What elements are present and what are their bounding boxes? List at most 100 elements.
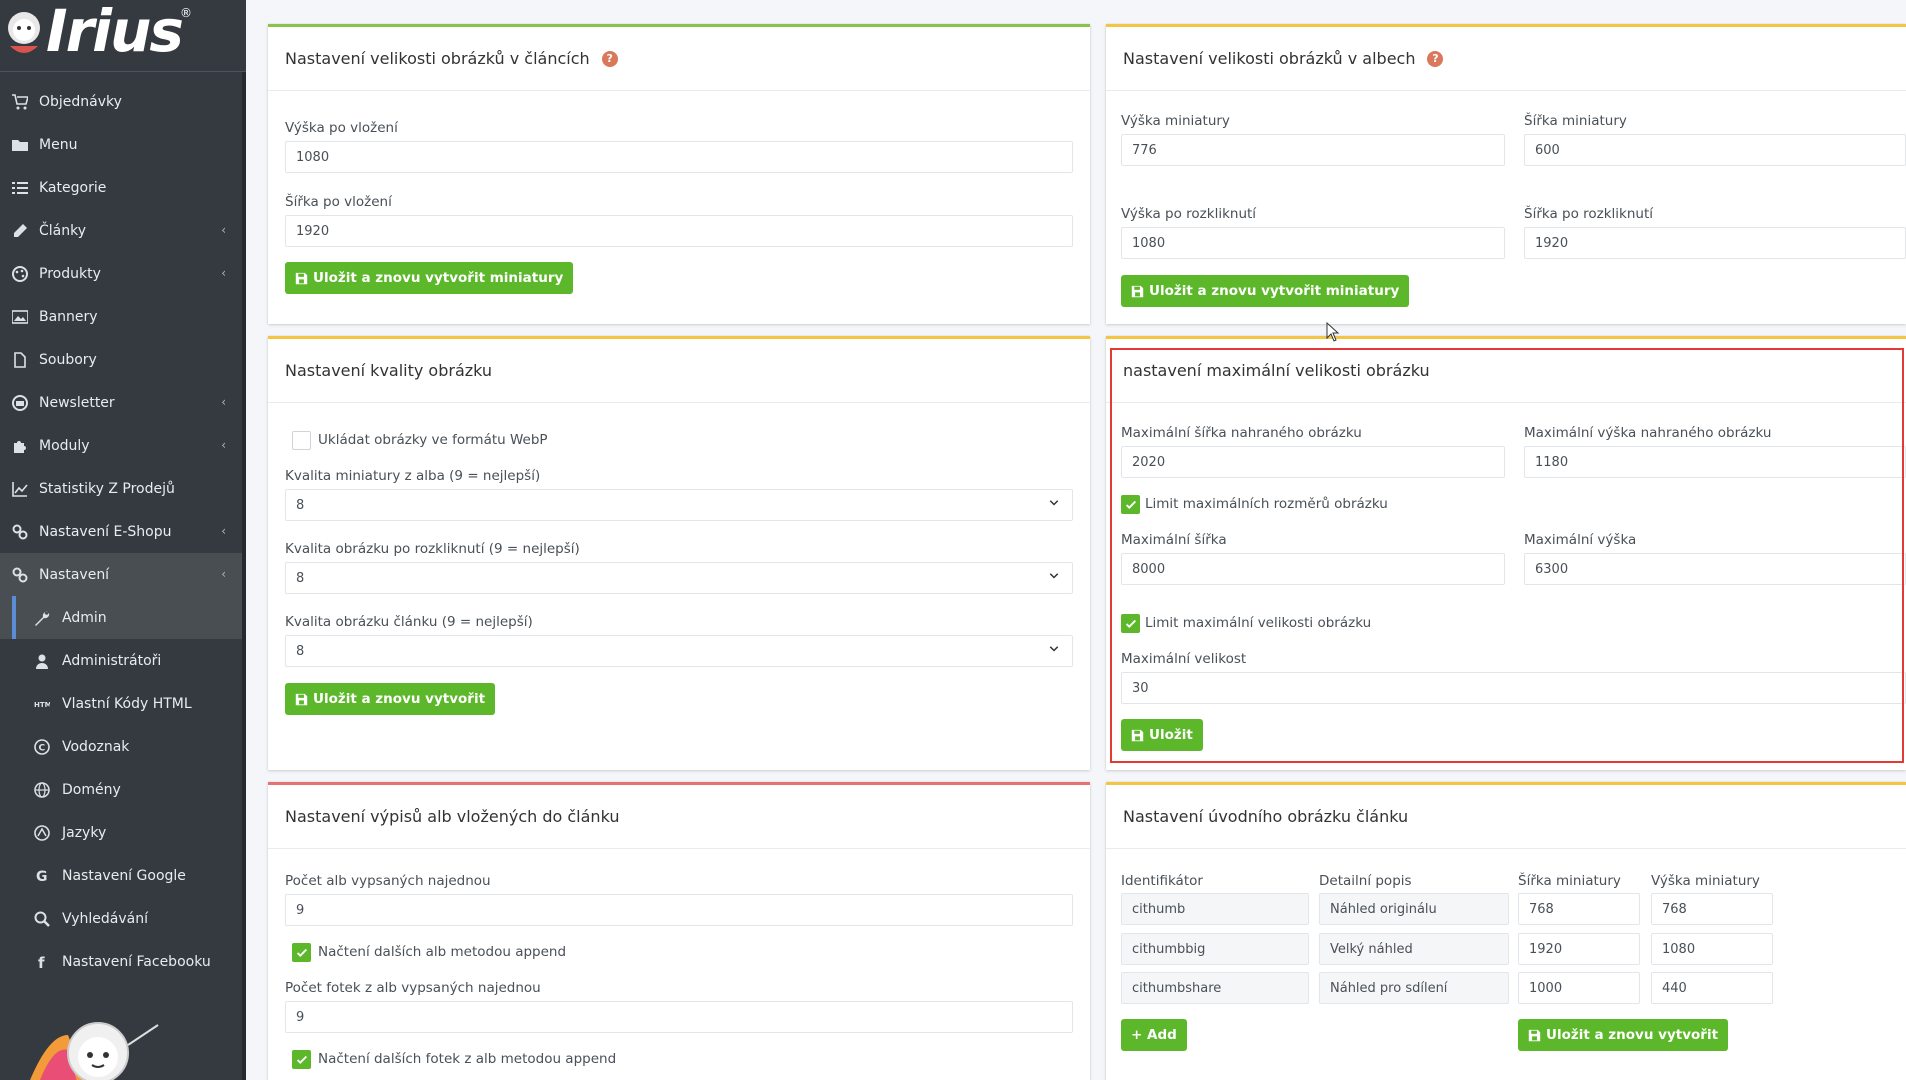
sidebar-subitem-label: Administrátoři (62, 652, 162, 669)
help-icon[interactable]: ? (1427, 50, 1444, 67)
image-icon (10, 307, 30, 327)
language-icon (32, 823, 52, 843)
row-thumb-width-input[interactable]: 1000 (1518, 972, 1640, 1004)
album-count-input[interactable]: 9 (285, 894, 1073, 926)
sidebar-item-8[interactable]: Moduly ‹ (0, 424, 246, 467)
sidebar-item-10[interactable]: Nastavení E-Shopu ‹ (0, 510, 246, 553)
sidebar-item-label: Objednávky (39, 93, 122, 110)
sidebar-item-label: Menu (39, 136, 78, 153)
append-photos-checkbox[interactable] (292, 1050, 311, 1069)
save-icon (295, 272, 308, 285)
sidebar-subitem-label: Vodoznak (62, 738, 130, 755)
sidebar-subitem-7[interactable]: Vyhledávání (0, 897, 246, 940)
thumb-width-input[interactable]: 600 (1524, 134, 1906, 166)
append-albums-checkbox[interactable] (292, 943, 311, 962)
google-icon: G (32, 866, 52, 886)
thumb-height-input[interactable]: 776 (1121, 134, 1505, 166)
save-regenerate-thumbnails-button[interactable]: Uložit a znovu vytvořit miniatury (285, 262, 574, 294)
sidebar-item-7[interactable]: Newsletter ‹ (0, 381, 246, 424)
sidebar-item-label: Newsletter (39, 394, 115, 411)
sidebar-item-1[interactable]: Menu (0, 123, 246, 166)
registered-mark: ® (180, 6, 192, 20)
sidebar-subitem-3[interactable]: C Vodoznak (0, 725, 246, 768)
save-regenerate-button[interactable]: Uložit a znovu vytvořit (285, 683, 496, 715)
card-header: Nastavení úvodního obrázku článku (1106, 785, 1906, 849)
user-icon (32, 651, 52, 671)
sidebar-subitem-5[interactable]: Jazyky (0, 811, 246, 854)
article-quality-select[interactable]: 8 (285, 635, 1073, 667)
sidebar-subitem-label: Admin (62, 609, 107, 626)
card-title: Nastavení velikosti obrázků v albech (1123, 49, 1416, 68)
card-title: Nastavení kvality obrázku (285, 361, 493, 380)
card-header: Nastavení výpisů alb vložených do článku (268, 785, 1090, 849)
open-quality-label: Kvalita obrázku po rozkliknutí (9 = nejl… (285, 541, 580, 557)
sidebar-subitem-label: Vlastní Kódy HTML (62, 695, 192, 712)
row-thumb-height-input[interactable]: 768 (1651, 893, 1773, 925)
sidebar-item-6[interactable]: Soubory (0, 338, 246, 381)
insert-height-label: Výška po vložení (285, 120, 398, 136)
sidebar-item-5[interactable]: Bannery (0, 295, 246, 338)
sidebar-subitem-0[interactable]: Admin (0, 596, 246, 639)
sidebar-subitem-6[interactable]: G Nastavení Google (0, 854, 246, 897)
row-thumb-width-input[interactable]: 768 (1518, 893, 1640, 925)
col-header-thumb-width: Šířka miniatury (1518, 873, 1621, 889)
sidebar-subitem-2[interactable]: HTML Vlastní Kódy HTML (0, 682, 246, 725)
row-thumb-height-input[interactable]: 1080 (1651, 933, 1773, 965)
insert-width-input[interactable]: 1920 (285, 215, 1073, 247)
sidebar-subitem-8[interactable]: f Nastavení Facebooku (0, 940, 246, 983)
sidebar-item-3[interactable]: Články ‹ (0, 209, 246, 252)
card-header: Nastavení velikosti obrázků v albech ? (1106, 27, 1906, 91)
html-icon: HTML (32, 694, 52, 714)
open-width-label: Šířka po rozkliknutí (1524, 206, 1654, 222)
row-description-input[interactable]: Velký náhled (1319, 933, 1509, 965)
open-height-input[interactable]: 1080 (1121, 227, 1505, 259)
album-thumb-quality-label: Kvalita miniatury z alba (9 = nejlepší) (285, 468, 541, 484)
articles-image-size-card: Nastavení velikosti obrázků v článcích ?… (268, 24, 1090, 324)
row-description-input[interactable]: Náhled originálu (1319, 893, 1509, 925)
insert-width-label: Šířka po vložení (285, 194, 392, 210)
svg-text:HTML: HTML (34, 701, 50, 709)
chevron-left-icon: ‹ (221, 395, 226, 409)
save-regenerate-thumbnails-button[interactable]: Uložit a znovu vytvořit miniatury (1121, 275, 1410, 307)
image-quality-card: Nastavení kvality obrázku Ukládat obrázk… (268, 336, 1090, 770)
search-icon (32, 909, 52, 929)
brand-logo[interactable]: Irius ® (0, 0, 246, 72)
insert-height-input[interactable]: 1080 (285, 141, 1073, 173)
sidebar-item-11[interactable]: Nastavení ‹ (0, 553, 246, 596)
row-thumb-height-input[interactable]: 440 (1651, 972, 1773, 1004)
puzzle-icon (10, 436, 30, 456)
add-row-button[interactable]: + Add (1121, 1019, 1187, 1051)
webp-checkbox[interactable] (292, 431, 311, 450)
row-identifier-input[interactable]: cithumbbig (1121, 933, 1309, 965)
chevron-down-icon (1048, 497, 1060, 509)
article-quality-label: Kvalita obrázku článku (9 = nejlepší) (285, 614, 533, 630)
sidebar-item-0[interactable]: Objednávky (0, 80, 246, 123)
svg-text:C: C (39, 743, 46, 753)
open-height-label: Výška po rozkliknutí (1121, 206, 1257, 222)
chevron-left-icon: ‹ (221, 266, 226, 280)
row-description-input[interactable]: Náhled pro sdílení (1319, 972, 1509, 1004)
photo-count-label: Počet fotek z alb vypsaných najednou (285, 980, 541, 996)
save-regenerate-button[interactable]: Uložit a znovu vytvořit (1518, 1019, 1729, 1051)
sidebar-subitem-4[interactable]: Domény (0, 768, 246, 811)
sidebar-subitem-label: Nastavení Google (62, 867, 186, 884)
row-identifier-input[interactable]: cithumbshare (1121, 972, 1309, 1004)
photo-count-input[interactable]: 9 (285, 1001, 1073, 1033)
card-title: Nastavení úvodního obrázku článku (1123, 807, 1409, 826)
open-quality-select[interactable]: 8 (285, 562, 1073, 594)
sidebar-item-2[interactable]: Kategorie (0, 166, 246, 209)
intro-image-card: Nastavení úvodního obrázku článku Identi… (1106, 782, 1906, 1080)
sidebar-scrollbar[interactable] (242, 72, 246, 1080)
sidebar-item-4[interactable]: Produkty ‹ (0, 252, 246, 295)
sidebar-item-label: Nastavení (39, 566, 110, 583)
help-icon[interactable]: ? (601, 50, 618, 67)
mouse-cursor-icon (1326, 322, 1340, 342)
col-header-thumb-height: Výška miniatury (1651, 873, 1760, 889)
mascot-icon (8, 12, 40, 53)
sidebar-item-9[interactable]: Statistiky Z Prodejů (0, 467, 246, 510)
sidebar-subitem-1[interactable]: Administrátoři (0, 639, 246, 682)
row-thumb-width-input[interactable]: 1920 (1518, 933, 1640, 965)
row-identifier-input[interactable]: cithumb (1121, 893, 1309, 925)
open-width-input[interactable]: 1920 (1524, 227, 1906, 259)
album-thumb-quality-select[interactable]: 8 (285, 489, 1073, 521)
